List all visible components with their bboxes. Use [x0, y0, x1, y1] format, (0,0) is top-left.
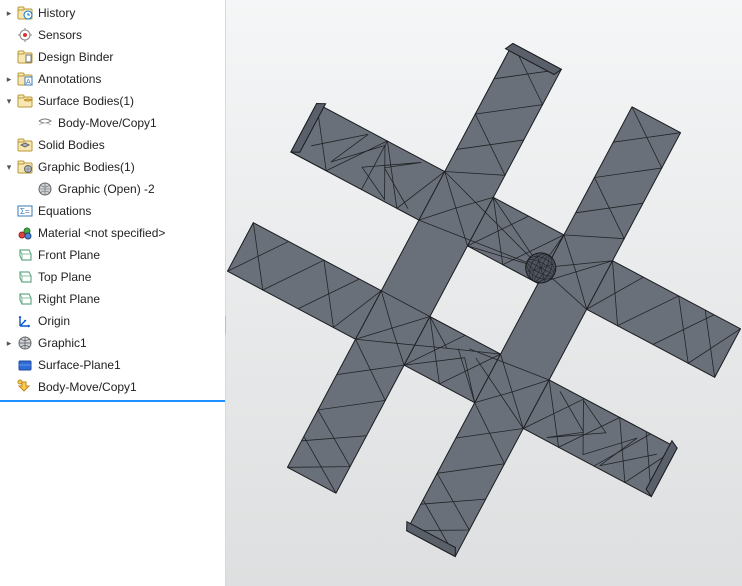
tree-item[interactable]: Surface-Plane1 [0, 354, 225, 376]
tree-item[interactable]: Sensors [0, 24, 225, 46]
graphic-bodies-icon [16, 159, 34, 175]
tree-item[interactable]: ▾ Surface Bodies(1) [0, 90, 225, 112]
tree-item-label: Solid Bodies [38, 138, 105, 152]
plane-icon [16, 247, 34, 263]
tree-item[interactable]: Body-Move/Copy1 [0, 112, 225, 134]
plane-icon [16, 291, 34, 307]
tree-item[interactable]: Origin [0, 310, 225, 332]
tree-item-label: Right Plane [38, 292, 100, 306]
feature-tree-panel: ▸ History Sensors Design Binder ▸ Annotations… [0, 0, 226, 586]
tree-insert-bar[interactable] [0, 400, 225, 402]
tree-item-label: Sensors [38, 28, 82, 42]
tree-item-label: Graphic (Open) -2 [58, 182, 155, 196]
chevron-right-icon[interactable]: ▸ [4, 338, 14, 348]
history-folder-icon [16, 5, 34, 21]
move-copy-icon [16, 379, 34, 395]
tree-item[interactable]: ▸ Annotations [0, 68, 225, 90]
graphics-viewport[interactable] [226, 0, 742, 586]
tree-item[interactable]: ▸ Graphic1 [0, 332, 225, 354]
model-mesh [226, 0, 742, 586]
tree-item-label: History [38, 6, 75, 20]
tree-item[interactable]: Equations [0, 200, 225, 222]
feature-tree[interactable]: ▸ History Sensors Design Binder ▸ Annotations… [0, 0, 225, 398]
app-root: ▸ History Sensors Design Binder ▸ Annotations… [0, 0, 742, 586]
tree-item-label: Graphic Bodies(1) [38, 160, 135, 174]
tree-item-label: Material <not specified> [38, 226, 165, 240]
tree-item[interactable]: ▾ Graphic Bodies(1) [0, 156, 225, 178]
tree-item-label: Body-Move/Copy1 [38, 380, 137, 394]
surface-body-icon [36, 115, 54, 131]
tree-item-label: Annotations [38, 72, 101, 86]
tree-item[interactable]: Solid Bodies [0, 134, 225, 156]
equations-icon [16, 203, 34, 219]
tree-item[interactable]: Top Plane [0, 266, 225, 288]
tree-item-label: Equations [38, 204, 91, 218]
material-icon [16, 225, 34, 241]
chevron-right-icon[interactable]: ▸ [4, 74, 14, 84]
tree-item[interactable]: Front Plane [0, 244, 225, 266]
tree-item-label: Body-Move/Copy1 [58, 116, 157, 130]
tree-item[interactable]: Graphic (Open) -2 [0, 178, 225, 200]
tree-item-label: Graphic1 [38, 336, 87, 350]
origin-icon [16, 313, 34, 329]
plane-icon [16, 269, 34, 285]
graphic-feature-icon [16, 335, 34, 351]
surface-plane-icon [16, 357, 34, 373]
solid-bodies-icon [16, 137, 34, 153]
tree-item[interactable]: Material <not specified> [0, 222, 225, 244]
tree-item-label: Design Binder [38, 50, 113, 64]
chevron-right-icon[interactable]: ▸ [4, 8, 14, 18]
tree-item-label: Surface-Plane1 [38, 358, 121, 372]
tree-item-label: Surface Bodies(1) [38, 94, 134, 108]
tree-item[interactable]: Body-Move/Copy1 [0, 376, 225, 398]
chevron-down-icon[interactable]: ▾ [4, 162, 14, 172]
annotations-icon [16, 71, 34, 87]
sensors-icon [16, 27, 34, 43]
chevron-down-icon[interactable]: ▾ [4, 96, 14, 106]
tree-item-label: Front Plane [38, 248, 100, 262]
tree-item-label: Top Plane [38, 270, 91, 284]
tree-item[interactable]: Design Binder [0, 46, 225, 68]
tree-item-label: Origin [38, 314, 70, 328]
tree-item[interactable]: ▸ History [0, 2, 225, 24]
tree-item[interactable]: Right Plane [0, 288, 225, 310]
graphic-body-icon [36, 181, 54, 197]
surface-bodies-icon [16, 93, 34, 109]
binder-icon [16, 49, 34, 65]
